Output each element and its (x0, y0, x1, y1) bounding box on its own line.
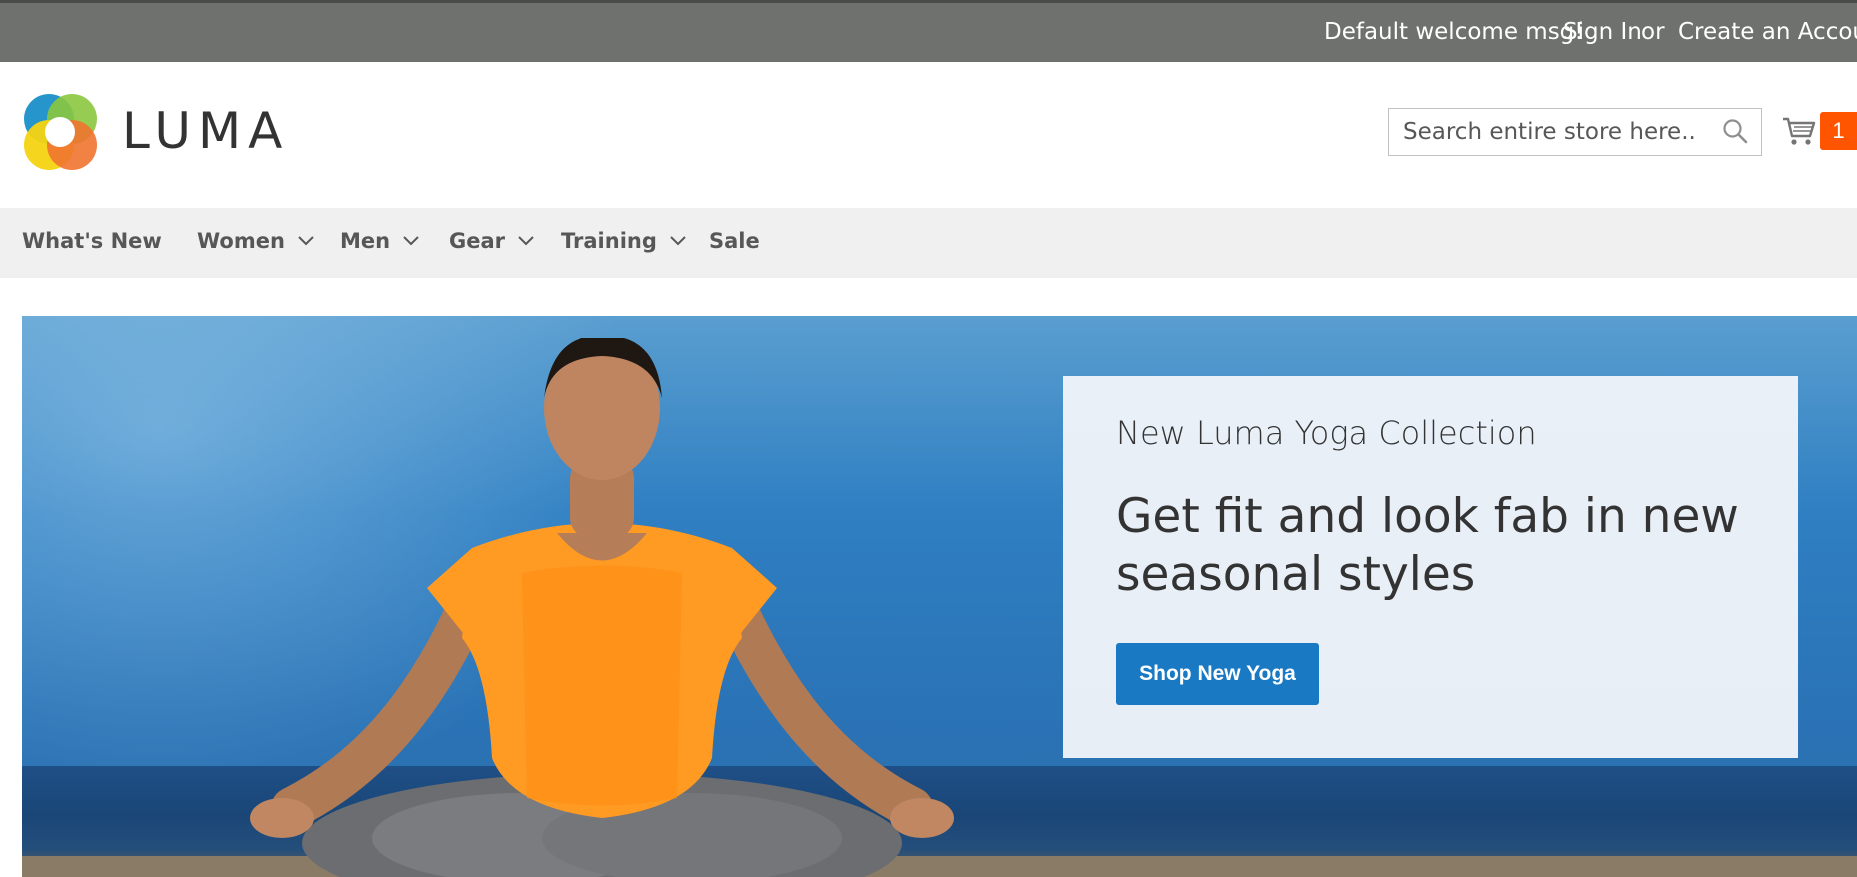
top-bar: Default welcome msg! Sign In or Create a… (0, 0, 1857, 62)
nav-item-label: Sale (709, 229, 760, 253)
nav-item-label: Gear (449, 229, 506, 253)
welcome-message: Default welcome msg! (1324, 19, 1584, 45)
nav-item-men[interactable]: Men (340, 229, 420, 253)
nav-item-label: Women (197, 229, 285, 253)
promo-card: New Luma Yoga Collection Get fit and loo… (1063, 376, 1798, 758)
chevron-down-icon (403, 236, 419, 246)
nav-item-label: What's New (22, 229, 162, 253)
search-icon[interactable] (1722, 118, 1748, 144)
nav-item-sale[interactable]: Sale (709, 229, 760, 253)
nav-item-gear[interactable]: Gear (449, 229, 535, 253)
search-input[interactable] (1389, 109, 1709, 155)
chevron-down-icon (298, 236, 314, 246)
promo-subtitle: New Luma Yoga Collection (1116, 414, 1537, 452)
chevron-down-icon (518, 236, 534, 246)
promo-headline: Get fit and look fab in new seasonal sty… (1116, 489, 1739, 602)
yoga-model-image (250, 338, 954, 877)
create-account-link[interactable]: Create an Account (1678, 19, 1857, 45)
nav-item-label: Training (561, 229, 657, 253)
or-separator: or (1641, 19, 1665, 45)
search-box[interactable] (1388, 108, 1762, 156)
cart-icon[interactable] (1782, 114, 1816, 148)
nav-item-label: Men (340, 229, 391, 253)
nav-item-whats-new[interactable]: What's New (22, 229, 162, 253)
shop-new-yoga-button[interactable]: Shop New Yoga (1116, 643, 1319, 705)
main-nav: What's New Women Men Gear Training Sale (0, 208, 1857, 278)
chevron-down-icon (670, 236, 686, 246)
luma-logo-icon[interactable] (22, 94, 98, 170)
nav-item-women[interactable]: Women (197, 229, 315, 253)
nav-item-training[interactable]: Training (561, 229, 687, 253)
logo-text[interactable]: LUMA (122, 102, 289, 160)
sign-in-link[interactable]: Sign In (1563, 19, 1642, 45)
header: LUMA 1 (0, 62, 1857, 208)
cart-count-badge[interactable]: 1 (1820, 112, 1857, 150)
